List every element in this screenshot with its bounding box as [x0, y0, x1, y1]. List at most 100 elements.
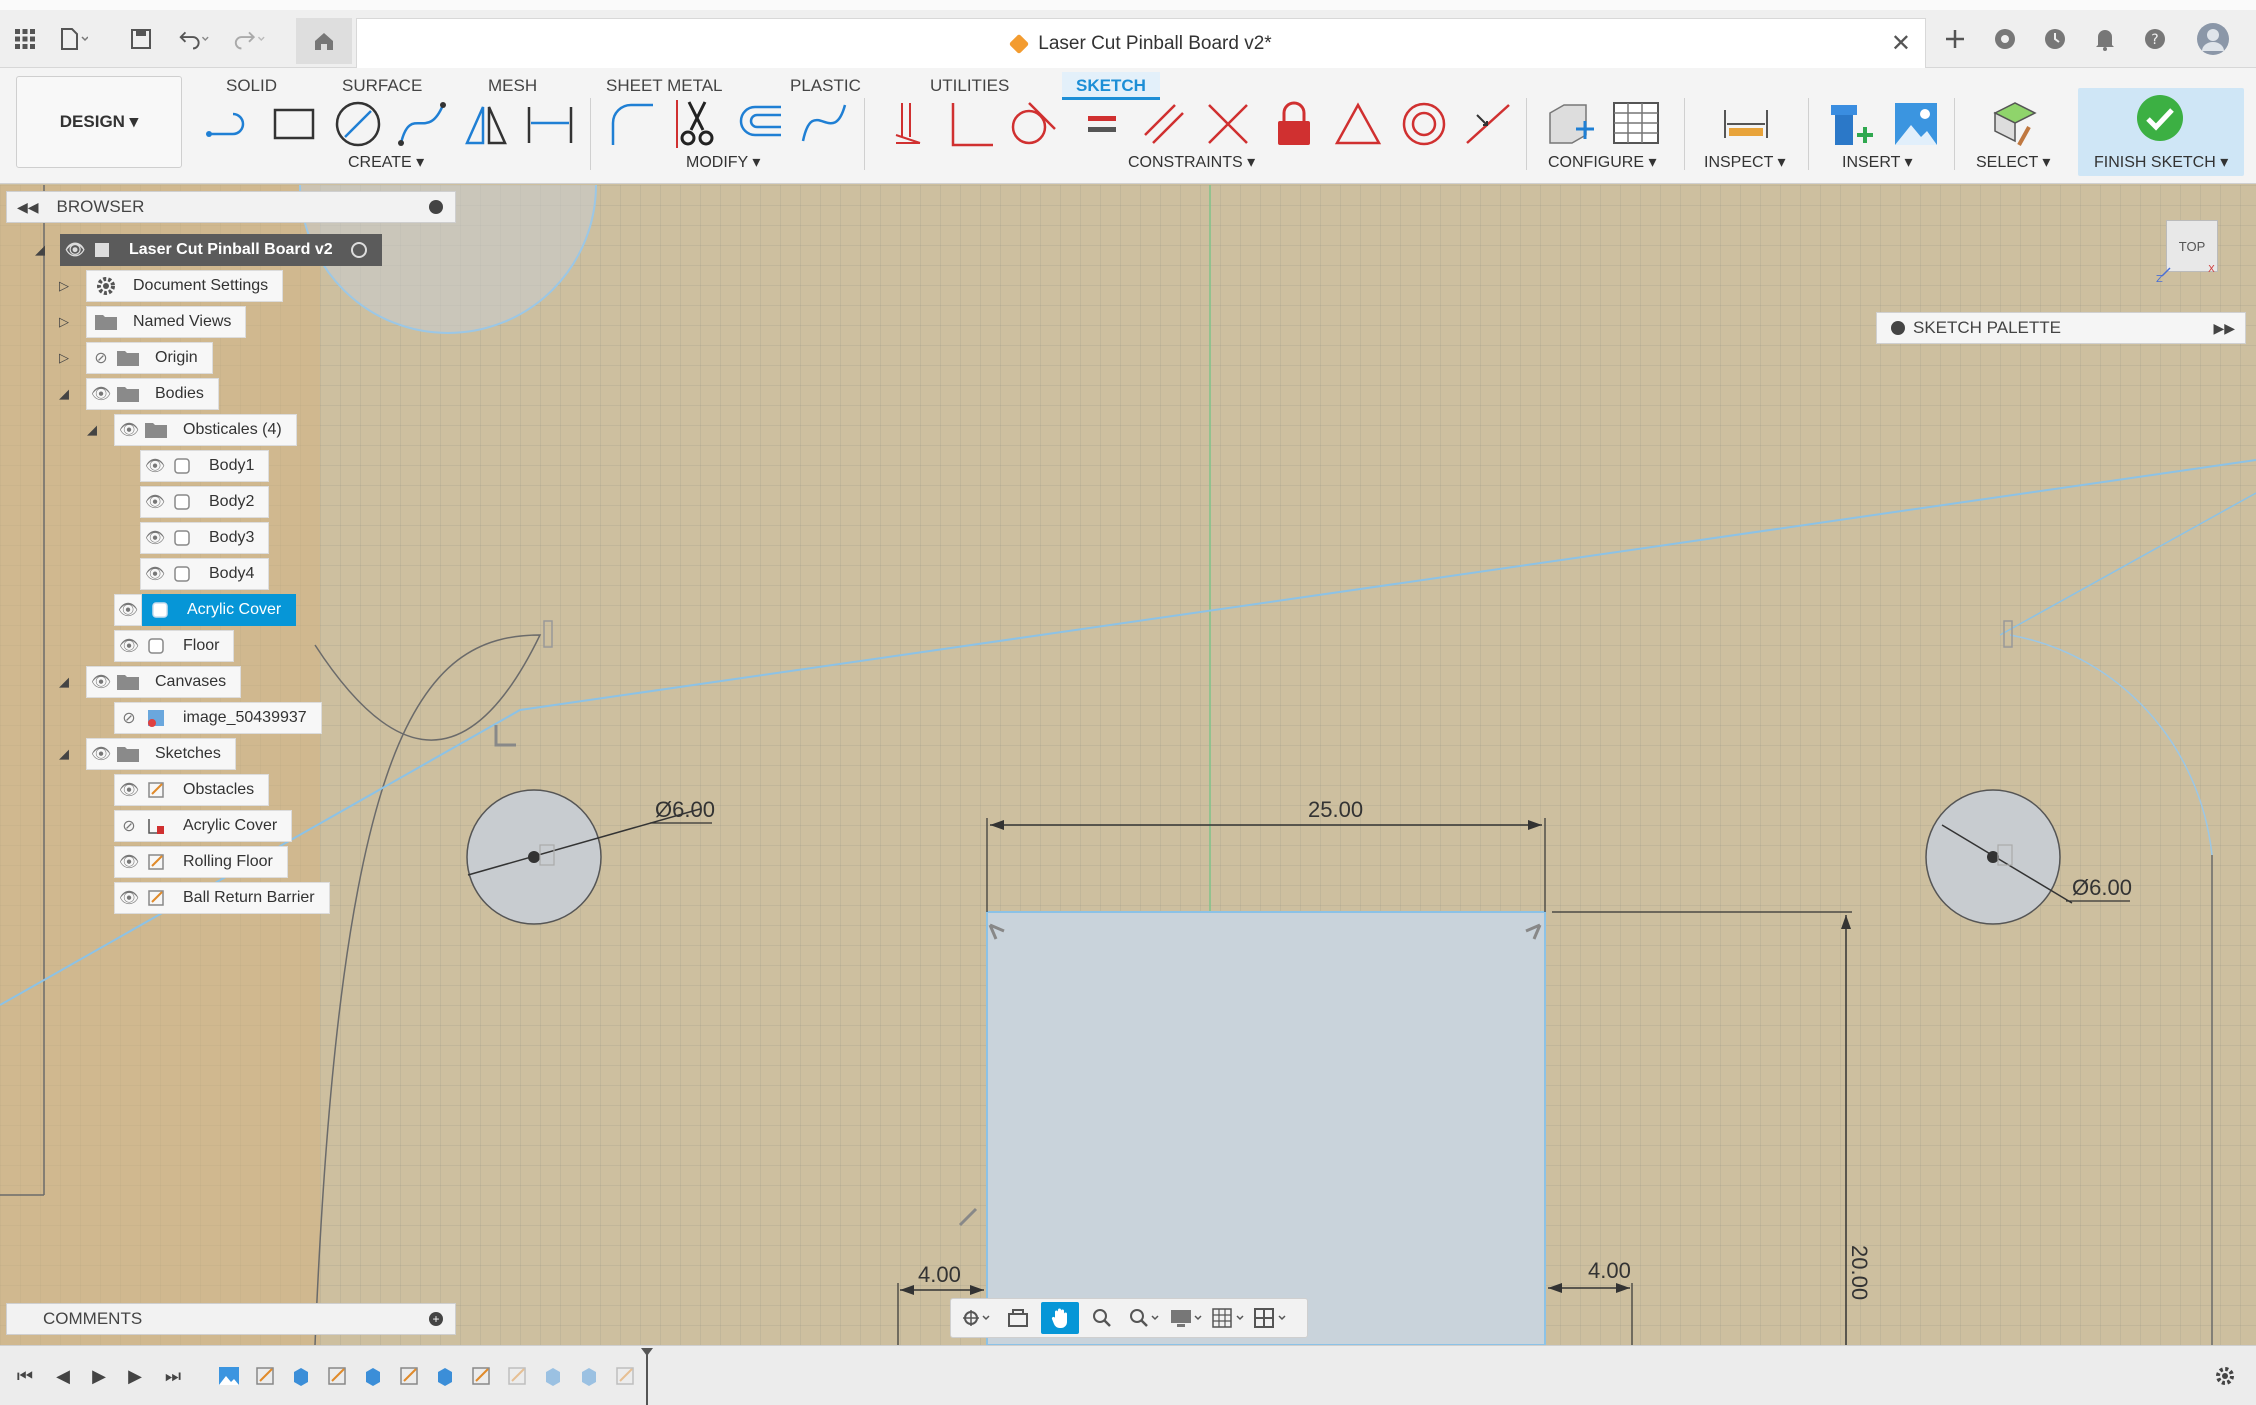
- browser-item-body3[interactable]: 👁 Body3: [140, 522, 270, 554]
- new-tab-icon[interactable]: [1938, 22, 1972, 56]
- redo-icon[interactable]: [232, 22, 266, 56]
- fillet-tool-icon[interactable]: [604, 96, 660, 152]
- timeline-sketch-icon[interactable]: [324, 1364, 350, 1388]
- pan-hand-icon[interactable]: [1041, 1302, 1079, 1334]
- line-tool-icon[interactable]: [202, 96, 258, 152]
- close-tab-icon[interactable]: ✕: [1891, 29, 1911, 58]
- visibility-eye-icon[interactable]: 👁: [115, 630, 143, 662]
- notifications-icon[interactable]: [2088, 22, 2122, 56]
- right-circle-dimension[interactable]: Ø6.00: [2072, 875, 2132, 900]
- browser-header[interactable]: ◀◀ BROWSER: [6, 191, 456, 223]
- browser-item-sketch-rolling-floor[interactable]: 👁 Rolling Floor: [114, 846, 288, 878]
- collapse-panel-icon[interactable]: ◀◀: [17, 199, 39, 216]
- sketch-dimension-icon[interactable]: [522, 96, 578, 152]
- workspace-switcher[interactable]: DESIGN ▾: [16, 76, 182, 168]
- right-offset-dimension[interactable]: 4.00: [1588, 1258, 1631, 1283]
- collapse-toggle-icon[interactable]: ◢: [84, 422, 100, 438]
- select-menu[interactable]: SELECT ▾: [1976, 152, 2050, 172]
- timeline-extrude-icon[interactable]: [576, 1364, 602, 1388]
- visibility-eye-icon[interactable]: 👁: [115, 414, 143, 446]
- browser-item-named-views[interactable]: ▷ Named Views: [56, 306, 247, 338]
- hidden-eye-icon[interactable]: ⊘: [87, 342, 115, 374]
- timeline-settings-gear-icon[interactable]: [2210, 1362, 2240, 1390]
- step-back-icon[interactable]: ◀: [48, 1362, 78, 1390]
- visibility-eye-icon[interactable]: 👁: [61, 234, 89, 266]
- visibility-eye-icon[interactable]: 👁: [115, 774, 143, 806]
- visibility-eye-icon[interactable]: 👁: [114, 594, 142, 626]
- insert-mcmaster-icon[interactable]: [1824, 96, 1880, 152]
- visibility-eye-icon[interactable]: 👁: [115, 882, 143, 914]
- comments-panel[interactable]: COMMENTS +: [6, 1303, 456, 1335]
- add-comment-icon[interactable]: +: [429, 1312, 443, 1326]
- timeline-extrude-icon[interactable]: [432, 1364, 458, 1388]
- left-offset-dimension[interactable]: 4.00: [918, 1262, 961, 1287]
- browser-item-body1[interactable]: 👁 Body1: [140, 450, 270, 482]
- activate-radio-icon[interactable]: [350, 242, 367, 258]
- timeline-extrude-icon[interactable]: [540, 1364, 566, 1388]
- job-status-icon[interactable]: [2038, 22, 2072, 56]
- browser-item-canvases[interactable]: ◢ 👁 Canvases: [56, 666, 242, 698]
- visibility-eye-icon[interactable]: 👁: [141, 558, 169, 590]
- timeline-sketch-icon[interactable]: [504, 1364, 530, 1388]
- constraints-menu[interactable]: CONSTRAINTS ▾: [1128, 152, 1255, 172]
- mirror-tool-icon[interactable]: [458, 96, 514, 152]
- extensions-icon[interactable]: [1988, 22, 2022, 56]
- browser-item-document-settings[interactable]: ▷ Document Settings: [56, 270, 284, 302]
- tangent-constraint-icon[interactable]: [1004, 96, 1060, 152]
- spline-tool-icon[interactable]: [394, 96, 450, 152]
- height-dimension[interactable]: 20.00: [1847, 1245, 1872, 1300]
- browser-item-sketch-ball-return[interactable]: 👁 Ball Return Barrier: [114, 882, 330, 914]
- browser-root[interactable]: 👁 Laser Cut Pinball Board v2: [60, 234, 382, 266]
- timeline-sketch-icon[interactable]: [396, 1364, 422, 1388]
- viewports-icon[interactable]: [1251, 1302, 1289, 1334]
- visibility-eye-icon[interactable]: 👁: [141, 450, 169, 482]
- minimize-panel-icon[interactable]: [429, 200, 443, 214]
- expand-panel-icon[interactable]: ▶▶: [2213, 320, 2235, 337]
- timeline-sketch-icon[interactable]: [252, 1364, 278, 1388]
- width-dimension[interactable]: 25.00: [1308, 797, 1363, 822]
- file-menu-icon[interactable]: [56, 22, 90, 56]
- timeline-sketch-icon[interactable]: [468, 1364, 494, 1388]
- browser-item-body4[interactable]: 👁 Body4: [140, 558, 270, 590]
- grid-settings-icon[interactable]: [1209, 1302, 1247, 1334]
- visibility-eye-icon[interactable]: 👁: [141, 486, 169, 518]
- browser-item-floor[interactable]: 👁 Floor: [114, 630, 235, 662]
- sketch-palette-header[interactable]: SKETCH PALETTE ▶▶: [1876, 312, 2246, 344]
- timeline-extrude-icon[interactable]: [360, 1364, 386, 1388]
- configure-table-icon[interactable]: [1608, 96, 1664, 152]
- visibility-eye-icon[interactable]: 👁: [115, 846, 143, 878]
- timeline-canvas-icon[interactable]: [216, 1364, 242, 1388]
- timeline-marker[interactable]: [640, 1346, 654, 1405]
- home-icon[interactable]: [296, 18, 352, 64]
- perpendicular-constraint-icon[interactable]: [942, 96, 998, 152]
- collinear-constraint-icon[interactable]: [1200, 96, 1256, 152]
- browser-item-sketch-obstacles[interactable]: 👁 Obstacles: [114, 774, 270, 806]
- browser-item-sketch-acrylic-cover[interactable]: ⊘ Acrylic Cover: [114, 810, 293, 842]
- browser-item-sketches[interactable]: ◢ 👁 Sketches: [56, 738, 236, 770]
- concentric-constraint-icon[interactable]: [1396, 96, 1452, 152]
- configure-menu[interactable]: CONFIGURE ▾: [1548, 152, 1656, 172]
- browser-item-acrylic-cover-body[interactable]: 👁 Acrylic Cover: [114, 594, 297, 626]
- collapse-toggle-icon[interactable]: ◢: [32, 242, 48, 258]
- collapse-toggle-icon[interactable]: ◢: [56, 386, 72, 402]
- fix-constraint-lock-icon[interactable]: [1266, 96, 1322, 152]
- expand-toggle-icon[interactable]: ▷: [56, 314, 72, 330]
- browser-item-canvas-image[interactable]: ⊘ image_50439937: [114, 702, 322, 734]
- rectangle-tool-icon[interactable]: [266, 96, 322, 152]
- save-icon[interactable]: [124, 22, 158, 56]
- inspect-menu[interactable]: INSPECT ▾: [1704, 152, 1786, 172]
- go-to-end-icon[interactable]: ⏭: [158, 1362, 188, 1390]
- apps-grid-icon[interactable]: [8, 22, 42, 56]
- coincident-constraint-icon[interactable]: [880, 96, 936, 152]
- collapse-toggle-icon[interactable]: ◢: [56, 674, 72, 690]
- visibility-eye-icon[interactable]: 👁: [141, 522, 169, 554]
- sketch-canvas[interactable]: Ø6.00 Ø6.00 25.00 20.00 4.00 4.00: [0, 185, 2256, 1345]
- create-menu[interactable]: CREATE ▾: [348, 152, 424, 172]
- insert-menu[interactable]: INSERT ▾: [1842, 152, 1913, 172]
- timeline-sketch-icon[interactable]: [612, 1364, 638, 1388]
- left-circle-dimension[interactable]: Ø6.00: [655, 797, 715, 822]
- curve-tool-icon[interactable]: [796, 96, 852, 152]
- midpoint-constraint-icon[interactable]: [1330, 96, 1386, 152]
- expand-toggle-icon[interactable]: ▷: [56, 350, 72, 366]
- hidden-eye-icon[interactable]: ⊘: [115, 810, 143, 842]
